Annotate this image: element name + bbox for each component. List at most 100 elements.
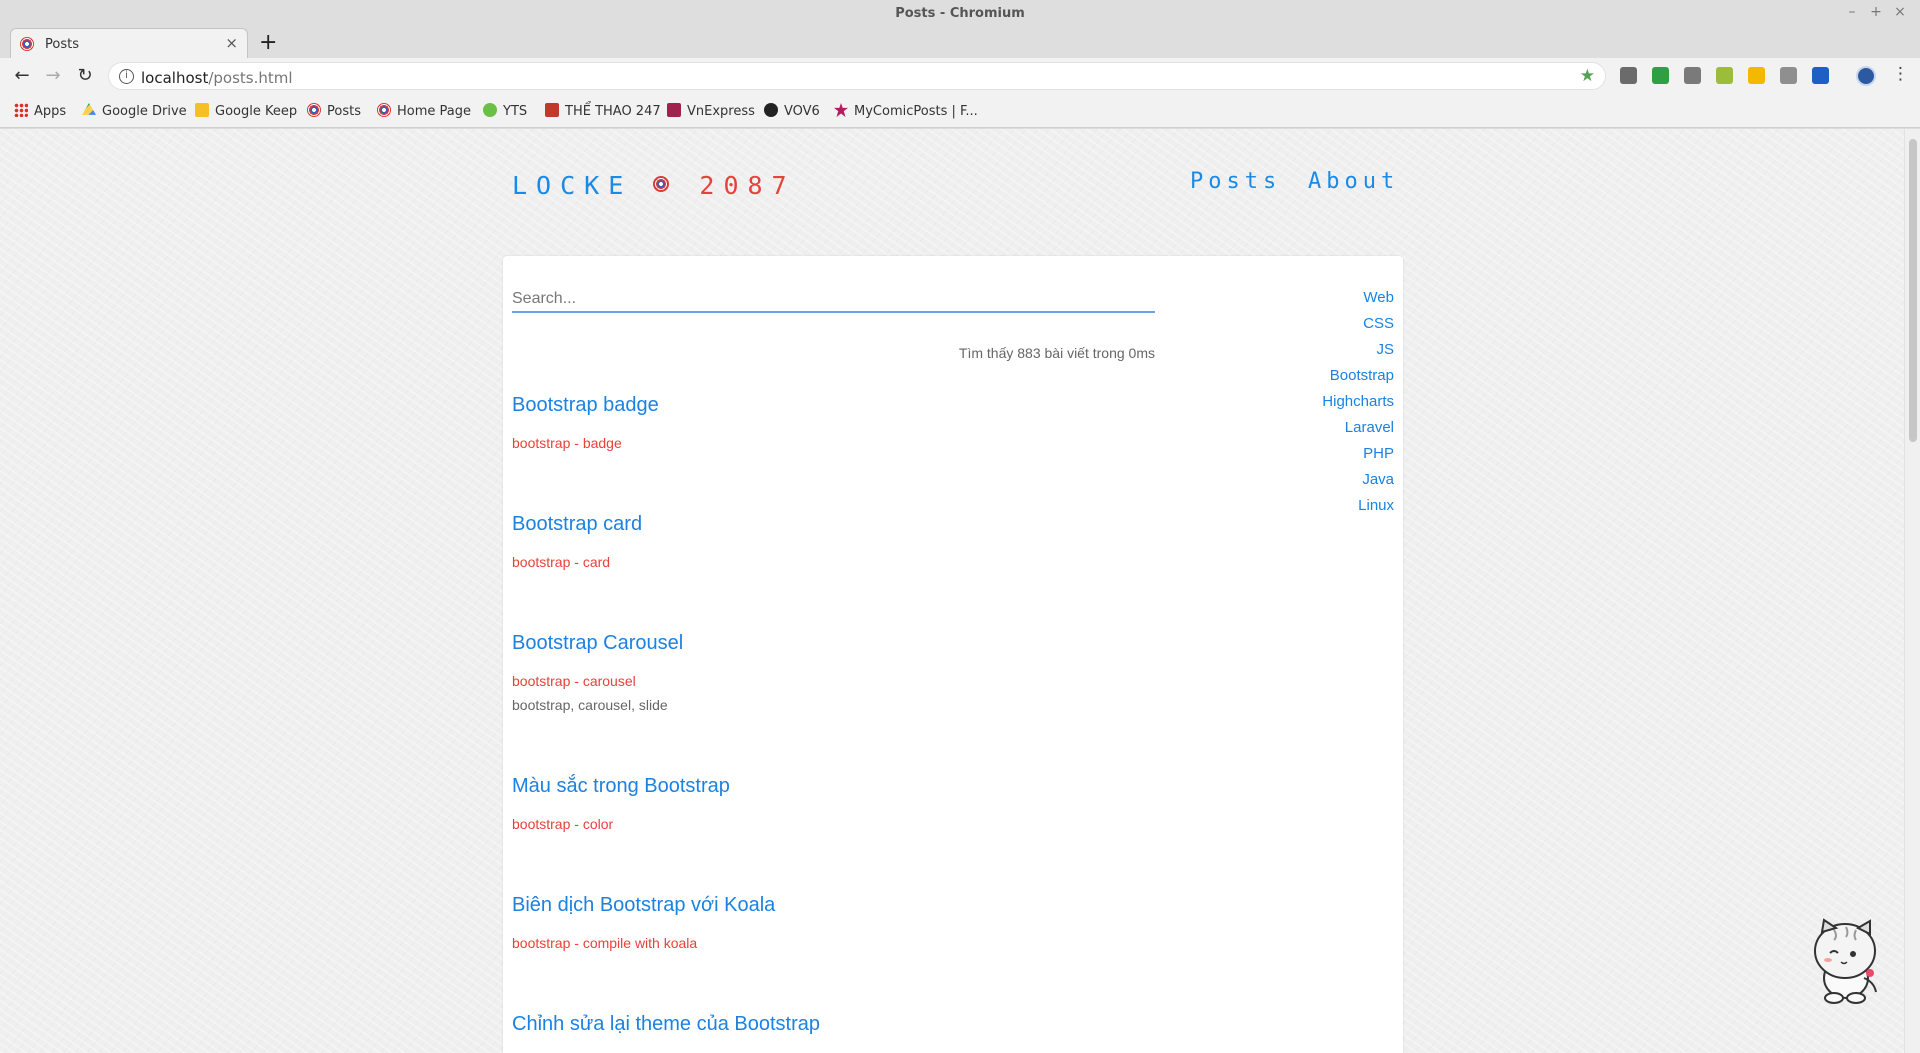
post-title-link[interactable]: Bootstrap Carousel (512, 632, 1152, 655)
posts-card: Tìm thấy 883 bài viết trong 0ms Bootstra… (503, 256, 1403, 1053)
google-keep-icon (195, 103, 209, 117)
bookmark-home-page[interactable]: Home Page (377, 103, 471, 119)
category-link-bootstrap[interactable]: Bootstrap (1322, 367, 1394, 393)
bookmark-label: VOV6 (784, 104, 820, 119)
category-link-java[interactable]: Java (1322, 471, 1394, 497)
url-path: /posts.html (208, 69, 293, 87)
search-result-count: Tìm thấy 883 bài viết trong 0ms (958, 345, 1155, 361)
page-viewport: LOCKE 2087 Posts About Tìm thấy 883 bài … (0, 129, 1920, 1053)
menu-dots-icon[interactable]: ⋮ (1892, 64, 1909, 84)
forward-arrow-icon[interactable]: → (40, 63, 66, 89)
profile-avatar[interactable] (1856, 66, 1876, 86)
bookmark-label: MyComicPosts | F... (854, 104, 978, 119)
logo-text-2087: 2087 (699, 171, 796, 200)
post-item: Màu sắc trong Bootstrap bootstrap - colo… (512, 775, 1152, 832)
yts-icon (483, 103, 497, 117)
bookmark-label: Apps (34, 104, 67, 119)
maximize-icon[interactable]: + (1866, 4, 1886, 20)
bookmark-label: Posts (327, 104, 361, 119)
post-title-link[interactable]: Bootstrap card (512, 513, 1152, 536)
category-link-css[interactable]: CSS (1322, 315, 1394, 341)
post-title-link[interactable]: Bootstrap badge (512, 394, 1152, 417)
bookmark-google-keep[interactable]: Google Keep (195, 103, 297, 119)
category-link-laravel[interactable]: Laravel (1322, 419, 1394, 445)
bookmark-apps[interactable]: Apps (14, 103, 66, 119)
scrollbar-thumb[interactable] (1909, 139, 1917, 442)
post-category[interactable]: bootstrap - compile with koala (512, 935, 697, 951)
apps-icon (14, 103, 28, 117)
category-link-web[interactable]: Web (1322, 289, 1394, 315)
post-title-link[interactable]: Biên dịch Bootstrap với Koala (512, 894, 1152, 917)
post-title-link[interactable]: Chỉnh sửa lại theme của Bootstrap (512, 1013, 1152, 1036)
post-category[interactable]: bootstrap - color (512, 816, 613, 832)
category-link-highcharts[interactable]: Highcharts (1322, 393, 1394, 419)
page-scrollbar[interactable] (1904, 129, 1920, 1053)
extension-android-icon[interactable] (1716, 67, 1733, 84)
bookmark-label: Google Drive (102, 104, 187, 119)
captain-america-shield-icon (377, 103, 391, 117)
extension-pen-icon[interactable] (1620, 67, 1637, 84)
new-tab-button[interactable]: + (259, 30, 277, 55)
post-category[interactable]: bootstrap - badge (512, 435, 622, 451)
thethao-icon (545, 103, 559, 117)
bookmark-star-icon[interactable]: ★ (1580, 66, 1595, 86)
category-link-php[interactable]: PHP (1322, 445, 1394, 471)
tab-strip: Posts × + (0, 28, 1920, 58)
post-category[interactable]: bootstrap - carousel (512, 673, 636, 689)
bookmark-posts[interactable]: Posts (307, 103, 361, 119)
post-title-link[interactable]: Màu sắc trong Bootstrap (512, 775, 1152, 798)
nav-about-link[interactable]: About (1308, 169, 1399, 194)
category-link-js[interactable]: JS (1322, 341, 1394, 367)
comic-icon (834, 103, 848, 117)
category-list: Web CSS JS Bootstrap Highcharts Laravel … (1322, 289, 1394, 523)
post-tags: bootstrap, carousel, slide (512, 697, 668, 713)
captain-america-shield-icon (653, 176, 670, 192)
site-logo[interactable]: LOCKE 2087 (512, 171, 796, 200)
bookmark-vnexpress[interactable]: VnExpress (667, 103, 755, 119)
bookmark-label: VnExpress (687, 104, 755, 119)
extension-b-icon[interactable] (1684, 67, 1701, 84)
cat-mascot-image[interactable] (1808, 918, 1882, 1006)
extension-arrow-down-icon[interactable] (1780, 67, 1797, 84)
logo-text-locke: LOCKE (512, 171, 633, 200)
extension-chart-icon[interactable] (1812, 67, 1829, 84)
minimize-icon[interactable]: – (1842, 4, 1862, 20)
window-title: Posts - Chromium (895, 6, 1025, 21)
browser-toolbar: ← → ↻ i localhost/posts.html ★ ⋮ (0, 58, 1920, 94)
site-info-icon[interactable]: i (119, 69, 134, 84)
category-link-linux[interactable]: Linux (1322, 497, 1394, 523)
tab-label: Posts (45, 37, 79, 52)
address-url[interactable]: localhost/posts.html (141, 69, 293, 87)
bookmarks-bar: Apps Google Drive Google Keep Posts Home… (0, 94, 1920, 128)
captain-america-shield-icon (20, 37, 34, 51)
vov-icon (764, 103, 778, 117)
bookmark-mycomicposts[interactable]: MyComicPosts | F... (834, 103, 978, 119)
captain-america-shield-icon (307, 103, 321, 117)
address-bar[interactable]: i localhost/posts.html ★ (108, 62, 1606, 90)
bookmark-vov6[interactable]: VOV6 (764, 103, 820, 119)
close-window-icon[interactable]: × (1890, 4, 1910, 20)
back-arrow-icon[interactable]: ← (9, 63, 35, 89)
bookmark-the-thao-247[interactable]: THỂ THAO 247 (545, 103, 661, 119)
reload-icon[interactable]: ↻ (72, 63, 98, 89)
bookmark-label: Home Page (397, 104, 471, 119)
extension-star-icon[interactable] (1748, 67, 1765, 84)
post-item: Chỉnh sửa lại theme của Bootstrap (512, 1013, 1152, 1036)
post-item: Bootstrap badge bootstrap - badge (512, 394, 1152, 451)
bookmark-label: THỂ THAO 247 (565, 104, 661, 119)
url-host: localhost (141, 69, 209, 87)
bookmark-google-drive[interactable]: Google Drive (82, 103, 187, 119)
tab-posts[interactable]: Posts × (10, 28, 248, 58)
window-title-bar: Posts - Chromium – + × (0, 0, 1920, 28)
post-item: Biên dịch Bootstrap với Koala bootstrap … (512, 894, 1152, 951)
bookmark-yts[interactable]: YTS (483, 103, 527, 119)
close-tab-icon[interactable]: × (225, 34, 238, 52)
bookmark-label: YTS (503, 104, 528, 119)
extension-download-icon[interactable] (1652, 67, 1669, 84)
nav-posts-link[interactable]: Posts (1190, 169, 1281, 194)
vnexpress-icon (667, 103, 681, 117)
post-category[interactable]: bootstrap - card (512, 554, 610, 570)
google-drive-icon (82, 103, 96, 115)
search-input[interactable] (512, 286, 1155, 313)
bookmark-label: Google Keep (215, 104, 298, 119)
